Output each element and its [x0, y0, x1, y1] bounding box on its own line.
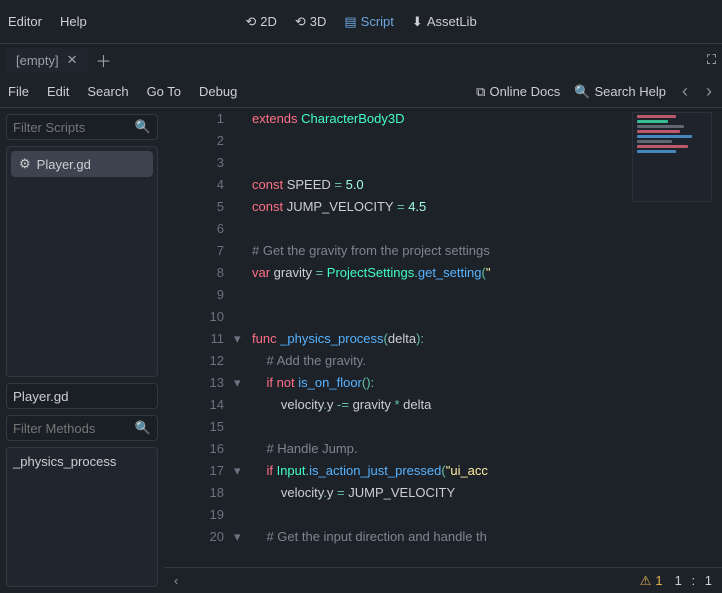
search-help-button[interactable]: 🔍 Search Help [574, 84, 666, 100]
method-list: _physics_process [6, 447, 158, 587]
2d-icon: ⟲ [245, 14, 256, 30]
menu-goto[interactable]: Go To [147, 84, 181, 99]
script-item-label: Player.gd [37, 157, 91, 172]
view-assetlib-label: AssetLib [427, 14, 477, 29]
code-editor: 1234567891011121314151617181920 ▾ ▾ ▾ ▾ … [164, 108, 722, 593]
view-2d-button[interactable]: ⟲ 2D [245, 14, 277, 30]
minimap[interactable] [632, 112, 712, 202]
online-docs-button[interactable]: ⧉ Online Docs [476, 84, 560, 100]
online-docs-label: Online Docs [489, 84, 560, 99]
view-2d-label: 2D [260, 14, 277, 29]
search-help-label: Search Help [594, 84, 666, 99]
current-script-box[interactable]: ⇅ [6, 383, 158, 409]
add-tab-button[interactable]: ＋ [96, 48, 112, 72]
warning-icon: ⚠ [640, 573, 652, 589]
filter-methods-box[interactable]: 🔍 [6, 415, 158, 441]
collapse-panel-icon[interactable]: ‹ [174, 573, 178, 588]
cursor-position: 1 : 1 [675, 573, 712, 588]
editor-status-bar: ‹ ⚠ 1 1 : 1 [164, 567, 722, 593]
scene-tab[interactable]: [empty] ✕ [6, 48, 88, 72]
script-item-player[interactable]: ⚙ Player.gd [11, 151, 153, 177]
menu-edit[interactable]: Edit [47, 84, 69, 99]
close-icon[interactable]: ✕ [67, 52, 78, 68]
view-3d-label: 3D [310, 14, 327, 29]
tabs-row: [empty] ✕ ＋ ⛶ [0, 44, 722, 76]
nav-back-button[interactable]: ‹ [680, 81, 690, 102]
view-3d-button[interactable]: ⟲ 3D [295, 14, 327, 30]
menu-debug[interactable]: Debug [199, 84, 237, 99]
view-script-button[interactable]: ▤ Script [344, 14, 394, 30]
fullscreen-icon[interactable]: ⛶ [707, 52, 716, 68]
script-menu-bar: File Edit Search Go To Debug ⧉ Online Do… [0, 76, 722, 108]
method-item[interactable]: _physics_process [13, 454, 151, 469]
fold-column[interactable]: ▾ ▾ ▾ ▾ [234, 108, 252, 567]
view-script-label: Script [361, 14, 394, 29]
filter-methods-input[interactable] [13, 421, 135, 436]
tab-label: [empty] [16, 53, 59, 68]
top-menu-bar: Editor Help ⟲ 2D ⟲ 3D ▤ Script ⬇ AssetLi… [0, 0, 722, 44]
script-list: ⚙ Player.gd [6, 146, 158, 377]
line-gutter: 1234567891011121314151617181920 [164, 108, 234, 567]
warnings-indicator[interactable]: ⚠ 1 [640, 573, 663, 589]
cursor-col: 1 [705, 573, 712, 588]
filter-scripts-input[interactable] [13, 120, 135, 135]
cursor-line: 1 [675, 573, 682, 588]
menu-help[interactable]: Help [60, 14, 87, 29]
menu-search[interactable]: Search [87, 84, 128, 99]
view-assetlib-button[interactable]: ⬇ AssetLib [412, 14, 477, 30]
download-icon: ⬇ [412, 14, 423, 30]
menu-file[interactable]: File [8, 84, 29, 99]
external-link-icon: ⧉ [476, 84, 485, 100]
cursor-sep: : [686, 573, 702, 588]
warning-count: 1 [655, 573, 662, 588]
menu-editor[interactable]: Editor [8, 14, 42, 29]
nav-forward-button[interactable]: › [704, 81, 714, 102]
script-icon: ▤ [344, 14, 356, 30]
3d-icon: ⟲ [295, 14, 306, 30]
filter-scripts-box[interactable]: 🔍 [6, 114, 158, 140]
search-icon[interactable]: 🔍 [135, 119, 151, 135]
main-area: 🔍 ⚙ Player.gd ⇅ 🔍 _physics_process 12345… [0, 108, 722, 593]
gear-icon: ⚙ [19, 156, 31, 172]
help-search-icon: 🔍 [574, 84, 590, 100]
search-icon[interactable]: 🔍 [135, 420, 151, 436]
script-sidebar: 🔍 ⚙ Player.gd ⇅ 🔍 _physics_process [0, 108, 164, 593]
